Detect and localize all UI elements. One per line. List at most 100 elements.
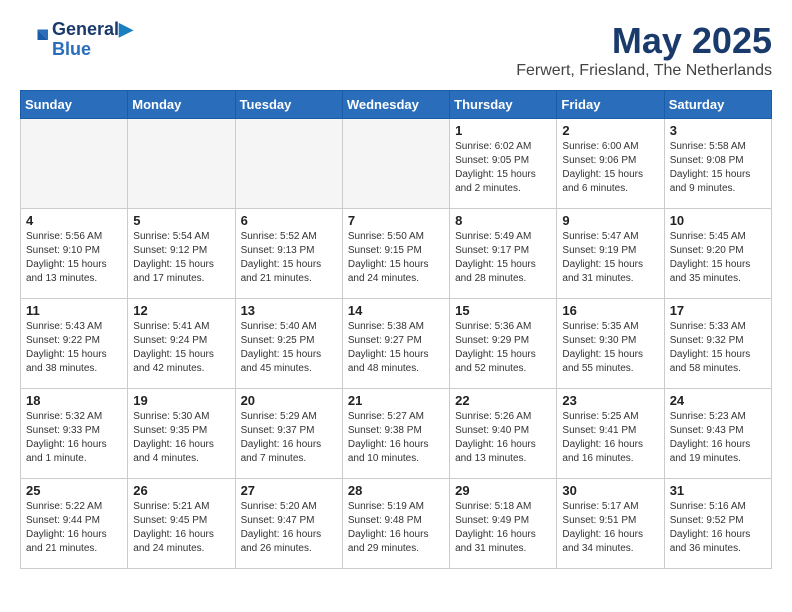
day-number: 18	[26, 393, 122, 408]
calendar-day-cell: 23 Sunrise: 5:25 AM Sunset: 9:41 PM Dayli…	[557, 389, 664, 479]
day-number: 7	[348, 213, 444, 228]
calendar-week-row: 1 Sunrise: 6:02 AM Sunset: 9:05 PM Daylig…	[21, 119, 772, 209]
calendar-day-cell: 15 Sunrise: 5:36 AM Sunset: 9:29 PM Dayli…	[450, 299, 557, 389]
calendar-day-cell: 13Sunrise: 5:40 AM Sunset: 9:25 PM Dayli…	[235, 299, 342, 389]
day-info: Sunrise: 5:16 AM Sunset: 9:52 PM Dayligh…	[670, 500, 766, 556]
day-info: Sunrise: 5:49 AM Sunset: 9:17 PM Dayligh…	[455, 230, 551, 286]
day-info: Sunrise: 5:38 AM Sunset: 9:27 PM Dayligh…	[348, 320, 444, 376]
day-number: 6	[241, 213, 337, 228]
day-number: 29	[455, 483, 551, 498]
day-info: Sunrise: 5:52 AM Sunset: 9:13 PM Dayligh…	[241, 230, 337, 286]
calendar-day-cell: 9 Sunrise: 5:47 AM Sunset: 9:19 PM Daylig…	[557, 209, 664, 299]
calendar-day-cell	[342, 119, 449, 209]
day-number: 23	[562, 393, 658, 408]
calendar-day-cell: 5 Sunrise: 5:54 AM Sunset: 9:12 PM Daylig…	[128, 209, 235, 299]
calendar-day-cell: 26Sunrise: 5:21 AM Sunset: 9:45 PM Dayli…	[128, 479, 235, 569]
weekday-header: Tuesday	[235, 91, 342, 119]
calendar-day-cell: 22 Sunrise: 5:26 AM Sunset: 9:40 PM Dayli…	[450, 389, 557, 479]
day-info: Sunrise: 5:36 AM Sunset: 9:29 PM Dayligh…	[455, 320, 551, 376]
calendar-week-row: 25 Sunrise: 5:22 AM Sunset: 9:44 PM Dayli…	[21, 479, 772, 569]
day-info: Sunrise: 5:19 AM Sunset: 9:48 PM Dayligh…	[348, 500, 444, 556]
day-number: 22	[455, 393, 551, 408]
day-info: Sunrise: 5:58 AM Sunset: 9:08 PM Dayligh…	[670, 140, 766, 196]
calendar-day-cell: 30 Sunrise: 5:17 AM Sunset: 9:51 PM Dayli…	[557, 479, 664, 569]
day-info: Sunrise: 5:21 AM Sunset: 9:45 PM Dayligh…	[133, 500, 229, 556]
calendar-day-cell: 25 Sunrise: 5:22 AM Sunset: 9:44 PM Dayli…	[21, 479, 128, 569]
day-number: 5	[133, 213, 229, 228]
day-number: 12	[133, 303, 229, 318]
day-number: 19	[133, 393, 229, 408]
calendar-day-cell	[128, 119, 235, 209]
day-number: 16	[562, 303, 658, 318]
day-info: Sunrise: 5:26 AM Sunset: 9:40 PM Dayligh…	[455, 410, 551, 466]
day-number: 24	[670, 393, 766, 408]
day-number: 2	[562, 123, 658, 138]
day-number: 21	[348, 393, 444, 408]
logo: General▶ Blue	[20, 20, 133, 60]
day-info: Sunrise: 5:54 AM Sunset: 9:12 PM Dayligh…	[133, 230, 229, 286]
day-number: 13	[241, 303, 337, 318]
day-number: 31	[670, 483, 766, 498]
day-info: Sunrise: 5:50 AM Sunset: 9:15 PM Dayligh…	[348, 230, 444, 286]
day-info: Sunrise: 5:35 AM Sunset: 9:30 PM Dayligh…	[562, 320, 658, 376]
day-info: Sunrise: 5:22 AM Sunset: 9:44 PM Dayligh…	[26, 500, 122, 556]
weekday-header-row: SundayMondayTuesdayWednesdayThursdayFrid…	[21, 91, 772, 119]
calendar-day-cell: 8 Sunrise: 5:49 AM Sunset: 9:17 PM Daylig…	[450, 209, 557, 299]
calendar-table: SundayMondayTuesdayWednesdayThursdayFrid…	[20, 90, 772, 569]
calendar-day-cell: 17 Sunrise: 5:33 AM Sunset: 9:32 PM Dayli…	[664, 299, 771, 389]
day-number: 4	[26, 213, 122, 228]
day-number: 30	[562, 483, 658, 498]
day-number: 1	[455, 123, 551, 138]
calendar-day-cell: 7 Sunrise: 5:50 AM Sunset: 9:15 PM Daylig…	[342, 209, 449, 299]
calendar-day-cell: 31 Sunrise: 5:16 AM Sunset: 9:52 PM Dayli…	[664, 479, 771, 569]
page-header: General▶ Blue May 2025 Ferwert, Frieslan…	[20, 20, 772, 80]
weekday-header: Friday	[557, 91, 664, 119]
calendar-day-cell: 24Sunrise: 5:23 AM Sunset: 9:43 PM Dayli…	[664, 389, 771, 479]
calendar-day-cell: 19Sunrise: 5:30 AM Sunset: 9:35 PM Dayli…	[128, 389, 235, 479]
day-info: Sunrise: 6:02 AM Sunset: 9:05 PM Dayligh…	[455, 140, 551, 196]
calendar-day-cell: 27Sunrise: 5:20 AM Sunset: 9:47 PM Dayli…	[235, 479, 342, 569]
calendar-day-cell: 4 Sunrise: 5:56 AM Sunset: 9:10 PM Daylig…	[21, 209, 128, 299]
day-info: Sunrise: 5:47 AM Sunset: 9:19 PM Dayligh…	[562, 230, 658, 286]
day-number: 9	[562, 213, 658, 228]
day-info: Sunrise: 5:41 AM Sunset: 9:24 PM Dayligh…	[133, 320, 229, 376]
calendar-day-cell: 12 Sunrise: 5:41 AM Sunset: 9:24 PM Dayli…	[128, 299, 235, 389]
month-title: May 2025	[516, 20, 772, 62]
day-info: Sunrise: 5:27 AM Sunset: 9:38 PM Dayligh…	[348, 410, 444, 466]
day-number: 11	[26, 303, 122, 318]
day-info: Sunrise: 5:43 AM Sunset: 9:22 PM Dayligh…	[26, 320, 122, 376]
calendar-day-cell: 10Sunrise: 5:45 AM Sunset: 9:20 PM Dayli…	[664, 209, 771, 299]
day-number: 15	[455, 303, 551, 318]
day-info: Sunrise: 5:18 AM Sunset: 9:49 PM Dayligh…	[455, 500, 551, 556]
day-number: 10	[670, 213, 766, 228]
day-info: Sunrise: 5:56 AM Sunset: 9:10 PM Dayligh…	[26, 230, 122, 286]
day-info: Sunrise: 5:25 AM Sunset: 9:41 PM Dayligh…	[562, 410, 658, 466]
logo-text: General▶ Blue	[52, 20, 133, 60]
day-number: 8	[455, 213, 551, 228]
calendar-day-cell: 20Sunrise: 5:29 AM Sunset: 9:37 PM Dayli…	[235, 389, 342, 479]
day-info: Sunrise: 5:29 AM Sunset: 9:37 PM Dayligh…	[241, 410, 337, 466]
calendar-day-cell	[235, 119, 342, 209]
day-number: 17	[670, 303, 766, 318]
calendar-day-cell: 28Sunrise: 5:19 AM Sunset: 9:48 PM Dayli…	[342, 479, 449, 569]
day-number: 25	[26, 483, 122, 498]
calendar-day-cell: 21 Sunrise: 5:27 AM Sunset: 9:38 PM Dayli…	[342, 389, 449, 479]
day-number: 27	[241, 483, 337, 498]
weekday-header: Sunday	[21, 91, 128, 119]
day-number: 14	[348, 303, 444, 318]
calendar-week-row: 18Sunrise: 5:32 AM Sunset: 9:33 PM Dayli…	[21, 389, 772, 479]
calendar-week-row: 11 Sunrise: 5:43 AM Sunset: 9:22 PM Dayli…	[21, 299, 772, 389]
day-info: Sunrise: 5:17 AM Sunset: 9:51 PM Dayligh…	[562, 500, 658, 556]
calendar-day-cell: 18Sunrise: 5:32 AM Sunset: 9:33 PM Dayli…	[21, 389, 128, 479]
calendar-day-cell: 1 Sunrise: 6:02 AM Sunset: 9:05 PM Daylig…	[450, 119, 557, 209]
calendar-day-cell: 3 Sunrise: 5:58 AM Sunset: 9:08 PM Daylig…	[664, 119, 771, 209]
day-info: Sunrise: 5:33 AM Sunset: 9:32 PM Dayligh…	[670, 320, 766, 376]
title-block: May 2025 Ferwert, Friesland, The Netherl…	[516, 20, 772, 80]
calendar-day-cell: 29 Sunrise: 5:18 AM Sunset: 9:49 PM Dayli…	[450, 479, 557, 569]
location-title: Ferwert, Friesland, The Netherlands	[516, 62, 772, 80]
calendar-day-cell: 16 Sunrise: 5:35 AM Sunset: 9:30 PM Dayli…	[557, 299, 664, 389]
calendar-week-row: 4 Sunrise: 5:56 AM Sunset: 9:10 PM Daylig…	[21, 209, 772, 299]
logo-icon	[20, 26, 48, 54]
weekday-header: Monday	[128, 91, 235, 119]
day-number: 3	[670, 123, 766, 138]
